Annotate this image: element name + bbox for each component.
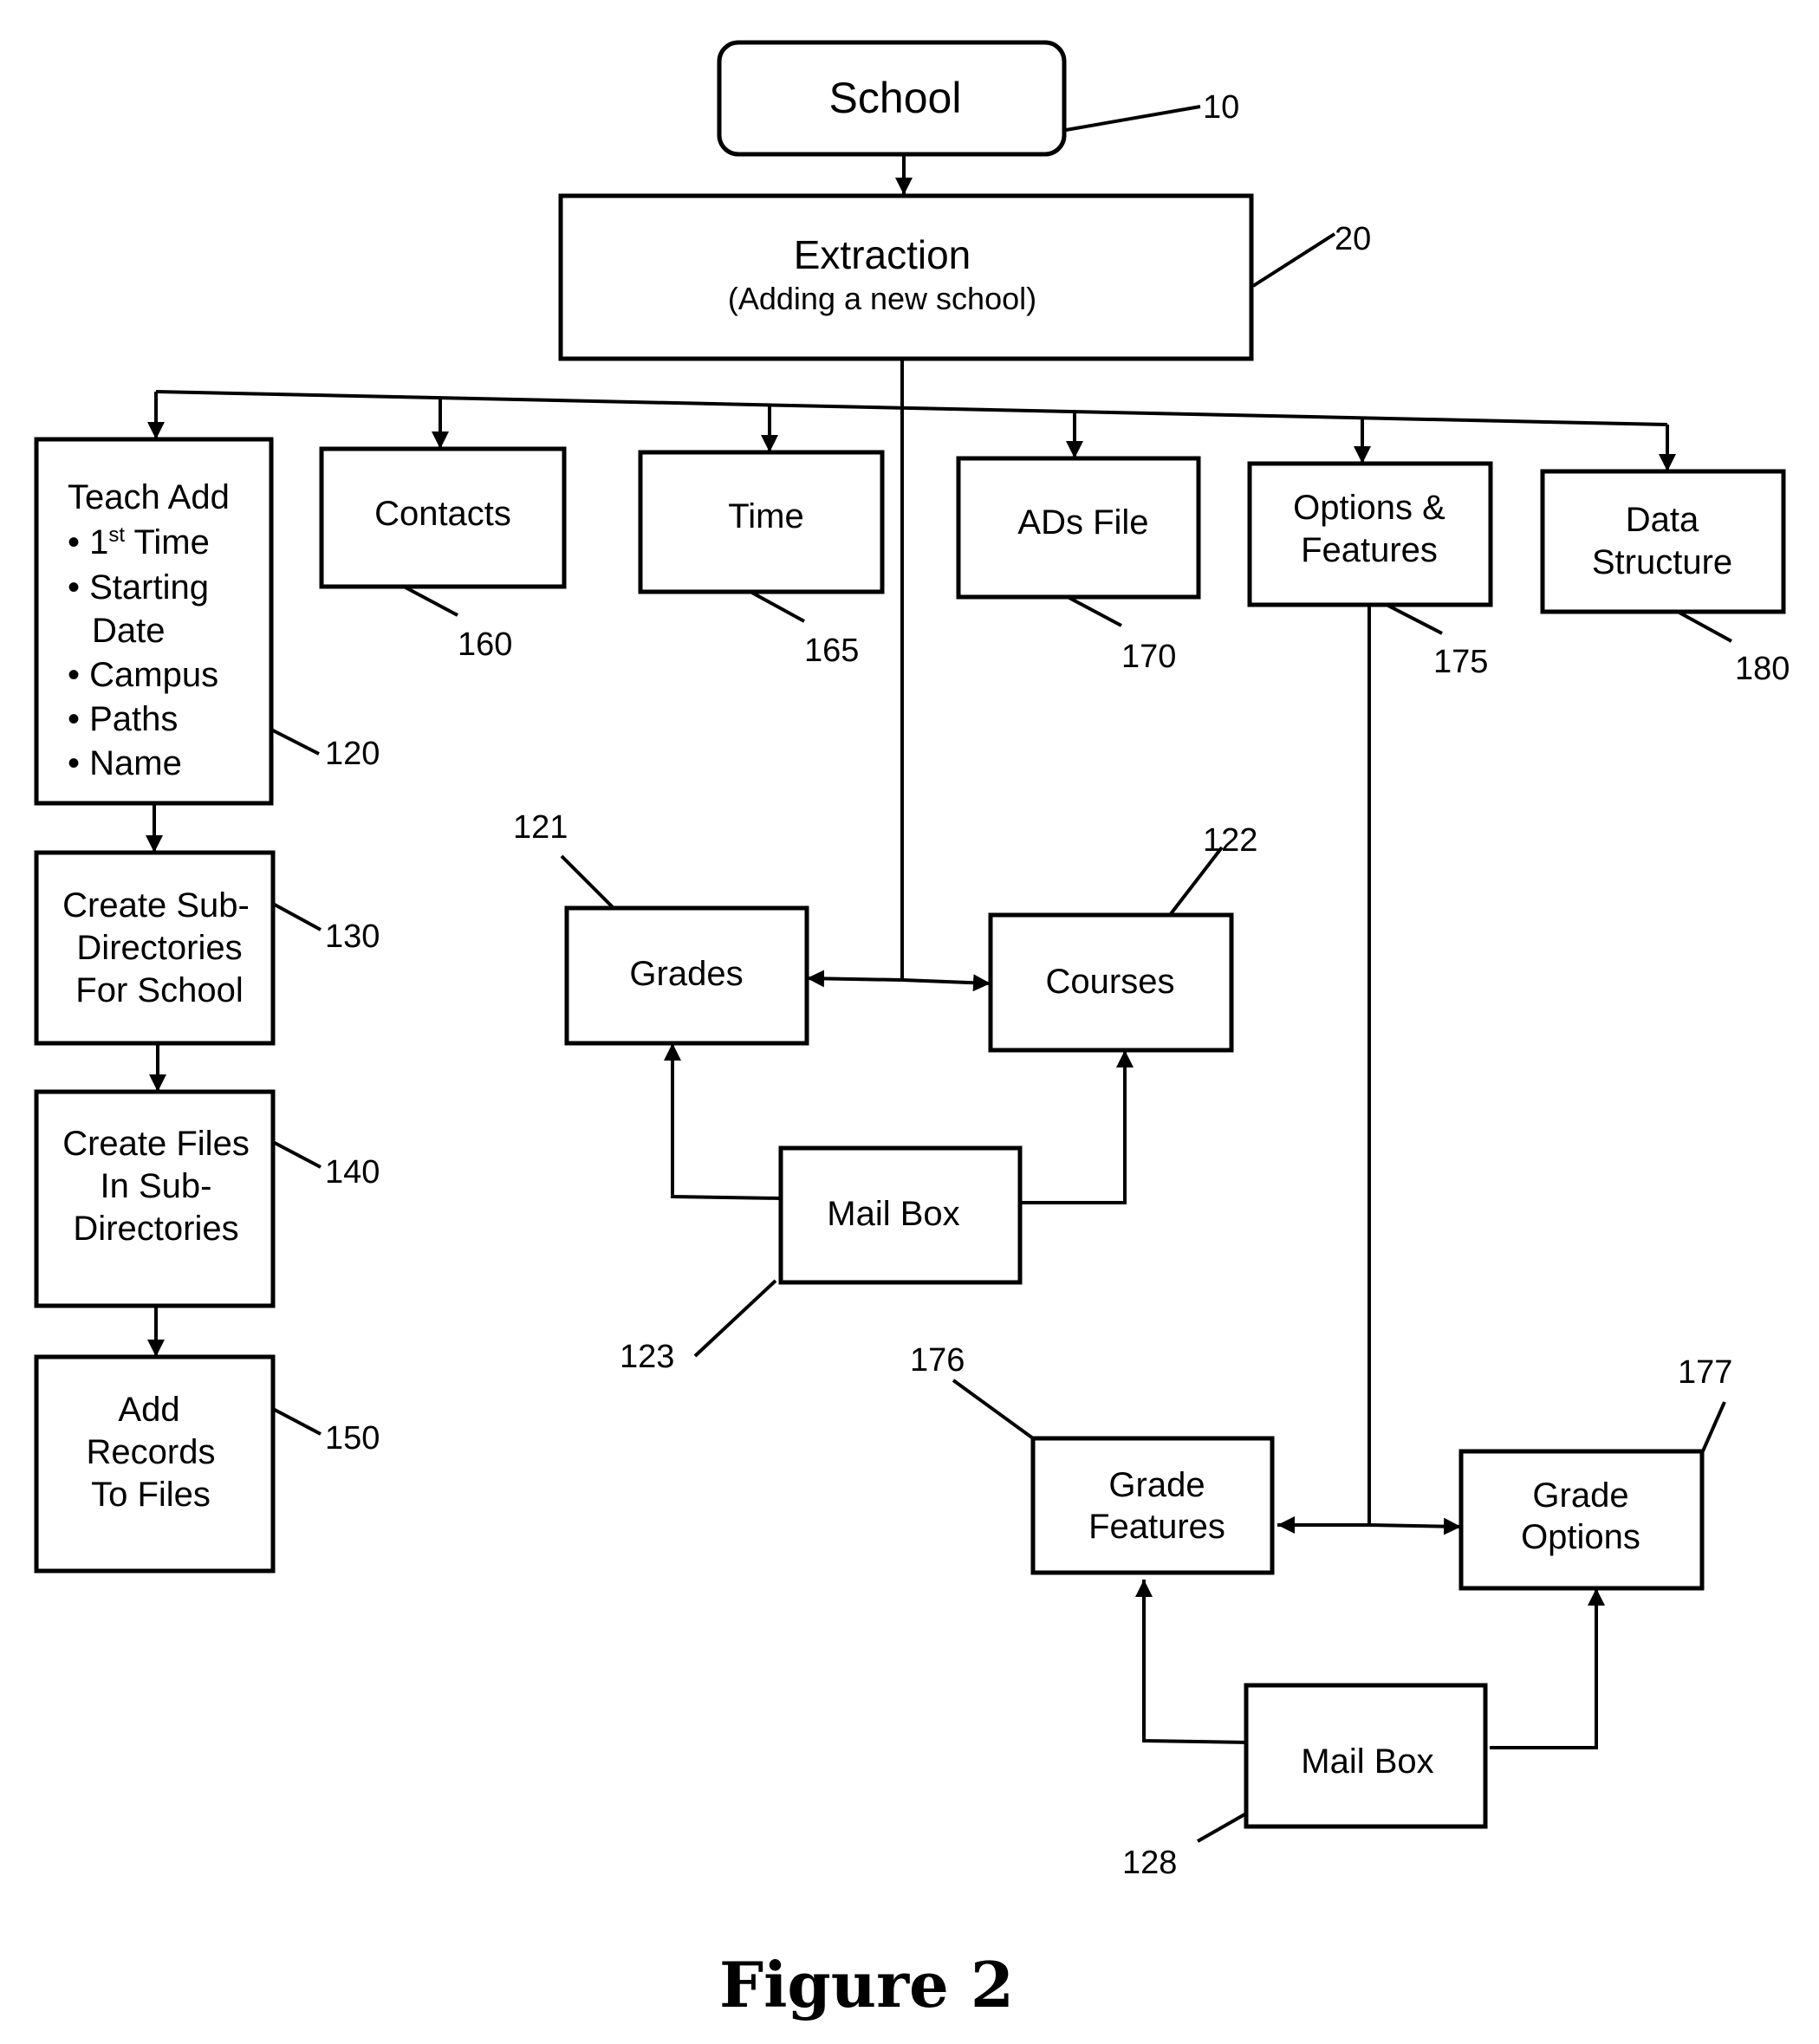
node-courses[interactable]: Courses [988,912,1234,1053]
ref-120: 120 [325,736,380,772]
ref-176: 176 [910,1342,965,1379]
leader-176 [952,1379,1035,1440]
node-teach-add-title: Teach Add [68,478,230,516]
node-add-records[interactable]: Add Records To Files [34,1354,276,1574]
node-options-features-line-1: Options & [1293,489,1445,527]
ref-165: 165 [804,633,859,669]
teach-add-bullet-2: • Starting [68,568,209,607]
node-create-files[interactable]: Create Files In Sub- Directories [34,1089,276,1308]
edge-mailbox-b-features [1135,1580,1251,1744]
node-add-records-line-3: To Files [91,1476,211,1514]
ref-140: 140 [325,1154,380,1191]
node-create-files-line-1: Create Files [62,1125,250,1163]
leader-175 [1386,603,1443,635]
node-grade-features[interactable]: Grade Features [1030,1436,1275,1575]
leader-170 [1067,595,1122,627]
node-create-files-line-3: Directories [73,1210,238,1248]
node-grades-label: Grades [629,955,743,993]
leader-177 [1700,1401,1726,1454]
node-add-records-line-2: Records [87,1433,216,1471]
node-grades[interactable]: Grades [564,905,809,1046]
edge-mailbox-a-grades [664,1043,782,1200]
node-add-records-line-1: Add [118,1391,179,1429]
node-contacts-label: Contacts [374,495,511,533]
node-mailbox-a[interactable]: Mail Box [778,1145,1023,1285]
figure-caption: Figure 2 [719,1948,1014,2021]
ref-128: 128 [1122,1845,1177,1881]
leader-10 [1065,105,1201,132]
node-grade-options-line-2: Options [1521,1518,1640,1556]
leader-121 [560,854,615,910]
edge-mailbox-a-courses [1020,1050,1134,1204]
edge-to-grades [806,970,903,988]
node-mailbox-a-label: Mail Box [827,1195,959,1233]
node-create-subdirs-line-2: Directories [76,929,242,967]
node-time-label: Time [728,497,803,535]
ref-170: 170 [1121,639,1176,675]
node-create-files-line-2: In Sub- [101,1167,212,1205]
leader-140 [272,1140,322,1169]
edge-to-courses [901,974,991,992]
node-mailbox-b[interactable]: Mail Box [1244,1683,1488,1829]
leader-180 [1677,610,1732,643]
leader-160 [403,585,458,617]
edge-to-grade-options [1368,1517,1462,1535]
node-teach-add[interactable]: Teach Add • 1st Time • Starting Date • C… [34,437,274,806]
node-school-label: School [829,74,962,122]
teach-add-bullet-2-cont: Date [92,612,166,650]
leader-120 [270,728,320,756]
node-data-structure[interactable]: Data Structure [1540,469,1786,614]
node-extraction-title: Extraction [794,232,971,277]
ref-121: 121 [513,809,568,846]
node-create-subdirs-line-3: For School [75,971,243,1009]
node-data-structure-line-2: Structure [1592,543,1732,581]
node-mailbox-b-label: Mail Box [1301,1742,1433,1781]
node-create-subdirs-line-1: Create Sub- [62,886,250,925]
ref-122: 122 [1203,822,1257,859]
teach-add-bullet-5: • Name [68,744,182,782]
ref-10: 10 [1203,89,1239,126]
ref-123: 123 [620,1339,674,1375]
ref-175: 175 [1433,644,1488,680]
ref-150: 150 [325,1420,380,1457]
node-grade-features-line-2: Features [1088,1508,1225,1546]
ref-177: 177 [1678,1354,1732,1391]
node-options-features[interactable]: Options & Features [1247,461,1493,607]
node-ads-file-label: ADs File [1017,503,1148,542]
leader-20 [1251,232,1336,288]
ref-180: 180 [1735,651,1790,687]
node-time[interactable]: Time [638,450,885,594]
node-create-subdirs[interactable]: Create Sub- Directories For School [34,850,276,1046]
edge-mailbox-b-options [1490,1588,1605,1749]
node-data-structure-line-1: Data [1626,501,1699,539]
node-ads-file[interactable]: ADs File [956,456,1201,600]
teach-add-bullet-4: • Paths [68,700,178,738]
node-grade-features-line-1: Grade [1108,1466,1205,1504]
node-school[interactable]: School [717,40,1067,157]
node-grade-options[interactable]: Grade Options [1458,1449,1705,1591]
edge-bus-top [155,390,1668,426]
ref-20: 20 [1335,221,1371,257]
ref-160: 160 [458,626,512,663]
ref-130: 130 [325,918,380,955]
teach-add-bullet-3: • Campus [68,656,218,694]
node-options-features-line-2: Features [1301,531,1438,569]
leader-150 [272,1407,322,1436]
node-grade-options-line-1: Grade [1532,1476,1628,1515]
leader-128 [1197,1812,1247,1843]
node-extraction[interactable]: Extraction (Adding a new school) [558,193,1254,361]
node-extraction-subtitle: (Adding a new school) [728,281,1036,316]
leader-123 [693,1279,777,1358]
leader-165 [750,590,805,623]
node-contacts[interactable]: Contacts [319,446,567,589]
flowchart-canvas: School Extraction (Adding a new school) … [34,40,1790,2021]
node-courses-label: Courses [1046,963,1175,1001]
teach-add-bullet-1: • 1st Time [68,523,210,561]
connectors [146,155,1676,1749]
leader-130 [272,902,322,931]
